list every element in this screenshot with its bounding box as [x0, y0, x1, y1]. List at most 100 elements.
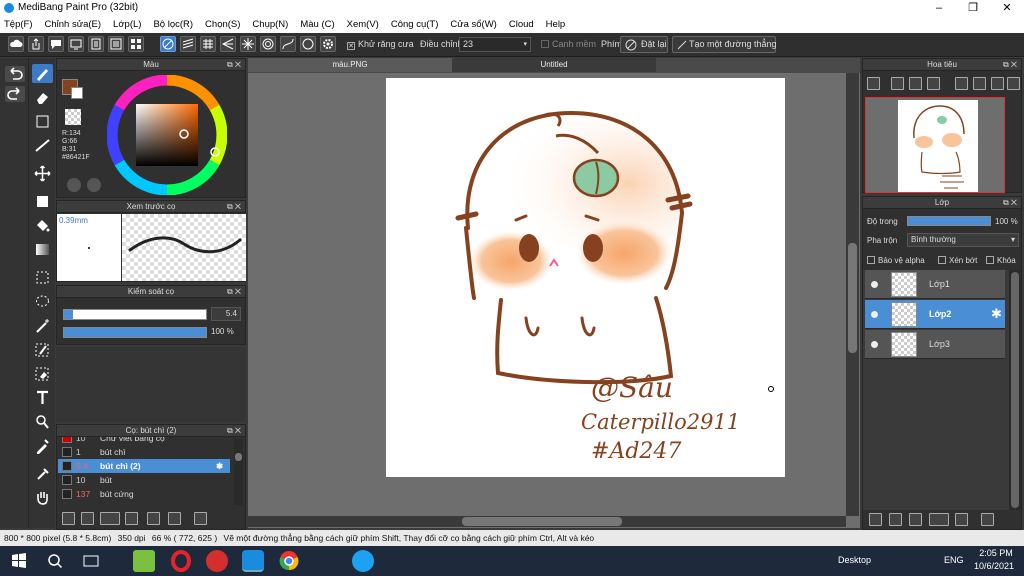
search-icon[interactable] — [44, 550, 66, 572]
menu-filter[interactable]: Bộ lọc(R) — [153, 19, 193, 30]
language-indicator[interactable]: ENG — [944, 555, 964, 565]
add-brush-icon[interactable] — [100, 512, 120, 525]
trash-icon[interactable] — [194, 512, 207, 525]
eyedropper-tool-icon[interactable] — [32, 436, 53, 455]
maximize-button[interactable]: ❐ — [956, 0, 990, 16]
close-button[interactable]: ✕ — [990, 0, 1024, 16]
color-wheel[interactable] — [107, 75, 227, 195]
chrome-icon[interactable] — [278, 550, 300, 572]
opera-icon[interactable] — [170, 550, 192, 572]
fit-icon[interactable] — [909, 77, 922, 90]
zoom-out-icon[interactable] — [891, 77, 904, 90]
settings-icon[interactable] — [320, 36, 336, 52]
layer-scrollbar[interactable] — [1009, 270, 1021, 510]
task-view-icon[interactable] — [80, 550, 102, 572]
add-layer-icon[interactable] — [929, 513, 949, 526]
layer-row[interactable]: Lớp3 — [865, 330, 1005, 359]
menu-cloud[interactable]: Cloud — [509, 19, 534, 30]
dropper-tool-icon[interactable] — [32, 464, 53, 483]
menu-file[interactable]: Tệp(F) — [4, 19, 33, 30]
menu-edit[interactable]: Chỉnh sửa(E) — [45, 19, 102, 30]
curve-snap-icon[interactable] — [280, 36, 296, 52]
blend-select[interactable]: Bình thường ▾ — [907, 233, 1019, 247]
sub-color-swatch[interactable] — [71, 87, 83, 99]
brush-list-scrollbar[interactable] — [234, 439, 243, 505]
rotate-left-icon[interactable] — [955, 77, 968, 90]
brush-size-slider[interactable] — [63, 309, 207, 320]
windows-start-icon[interactable] — [8, 550, 30, 572]
layer-opacity-slider[interactable] — [907, 216, 991, 226]
brush-item[interactable]: 1 bút chì — [58, 445, 230, 459]
navigator-preview[interactable] — [865, 97, 1005, 193]
menu-view[interactable]: Xem(V) — [347, 19, 379, 30]
cloud-icon[interactable] — [8, 36, 24, 52]
brush-item[interactable]: 10 bút — [58, 473, 230, 487]
duplicate-icon[interactable] — [168, 512, 181, 525]
parallel-snap-icon[interactable] — [180, 36, 196, 52]
monitor-icon[interactable] — [68, 36, 84, 52]
undo-icon[interactable] — [5, 66, 25, 82]
palette-add-icon[interactable] — [87, 178, 101, 192]
rotate-right-icon[interactable] — [991, 77, 1004, 90]
new-layer-icon[interactable] — [869, 513, 882, 526]
new-color-layer-icon[interactable] — [889, 513, 902, 526]
skype-icon[interactable] — [352, 550, 374, 572]
app-icon-green[interactable] — [133, 550, 155, 572]
dot-tool-icon[interactable] — [32, 112, 53, 131]
share-icon[interactable] — [28, 36, 44, 52]
eye-icon[interactable] — [871, 311, 878, 318]
redo-icon[interactable] — [5, 86, 25, 102]
protect-alpha-checkbox[interactable]: Bảo vệ alpha — [867, 256, 925, 265]
gradient-tool-icon[interactable] — [32, 240, 53, 259]
minimize-button[interactable]: – — [922, 0, 956, 16]
gear-icon[interactable]: ✱ — [991, 306, 1002, 322]
antialias-checkbox[interactable]: Khử răng cưa — [347, 39, 414, 50]
move-tool-icon[interactable] — [32, 164, 53, 183]
flip-icon[interactable] — [973, 77, 986, 90]
text-tool-icon[interactable] — [32, 388, 53, 407]
menu-help[interactable]: Help — [546, 19, 566, 30]
layer-row[interactable]: Lớp1 — [865, 270, 1005, 299]
eraser-tool-icon[interactable] — [32, 88, 53, 107]
vanishing-snap-icon[interactable] — [220, 36, 236, 52]
copy-brush-icon[interactable] — [125, 512, 138, 525]
reset-button[interactable]: Đặt lại — [620, 36, 668, 53]
reset-view-icon[interactable] — [1007, 77, 1020, 90]
lock-checkbox[interactable]: Khóa — [986, 256, 1016, 265]
select-eraser-tool-icon[interactable] — [32, 364, 53, 383]
straight-line-button[interactable]: Tạo một đường thẳng — [672, 36, 776, 53]
brush-item-selected[interactable]: 5.4 bút chì (2) ✱ — [58, 459, 230, 473]
messenger-icon[interactable] — [206, 550, 228, 572]
document-icon[interactable] — [88, 36, 104, 52]
magic-wand-tool-icon[interactable] — [32, 316, 53, 335]
comment-icon[interactable] — [48, 36, 64, 52]
transparent-swatch[interactable] — [65, 109, 81, 125]
menu-tools[interactable]: Công cụ(T) — [391, 19, 439, 30]
brush-opacity-slider[interactable] — [63, 327, 207, 338]
clip-checkbox[interactable]: Xén bớt — [938, 256, 977, 265]
snap-off-icon[interactable] — [160, 36, 176, 52]
menu-window[interactable]: Cửa sổ(W) — [450, 19, 496, 30]
new-brush-icon[interactable] — [81, 512, 94, 525]
brush-item[interactable]: 10 Chữ viết bằng cọ — [58, 437, 230, 445]
folder-icon[interactable] — [955, 513, 968, 526]
new-halftone-layer-icon[interactable] — [909, 513, 922, 526]
duplicate-layer-icon[interactable] — [981, 513, 994, 526]
grid-icon[interactable] — [128, 36, 144, 52]
brush-size-value[interactable]: 5.4 — [211, 307, 241, 321]
ellipse-snap-icon[interactable] — [300, 36, 316, 52]
drawing-canvas[interactable]: @Sâu Caterpillo2911 #Ad247 — [386, 78, 785, 477]
brush-tool-icon[interactable] — [32, 64, 53, 83]
menu-layer[interactable]: Lớp(L) — [113, 19, 141, 30]
operation-tool-icon[interactable] — [32, 412, 53, 431]
vertical-scrollbar[interactable] — [846, 73, 859, 516]
zoom-in-icon[interactable] — [867, 77, 880, 90]
hand-tool-icon[interactable] — [32, 488, 53, 507]
lasso-tool-icon[interactable] — [32, 292, 53, 311]
horizontal-scrollbar[interactable] — [248, 516, 846, 527]
desktop-label[interactable]: Desktop — [838, 555, 871, 565]
actual-size-icon[interactable] — [927, 77, 940, 90]
download-brush-icon[interactable] — [62, 512, 75, 525]
menu-snap[interactable]: Chụp(N) — [252, 19, 288, 30]
menu-select[interactable]: Chọn(S) — [205, 19, 240, 30]
